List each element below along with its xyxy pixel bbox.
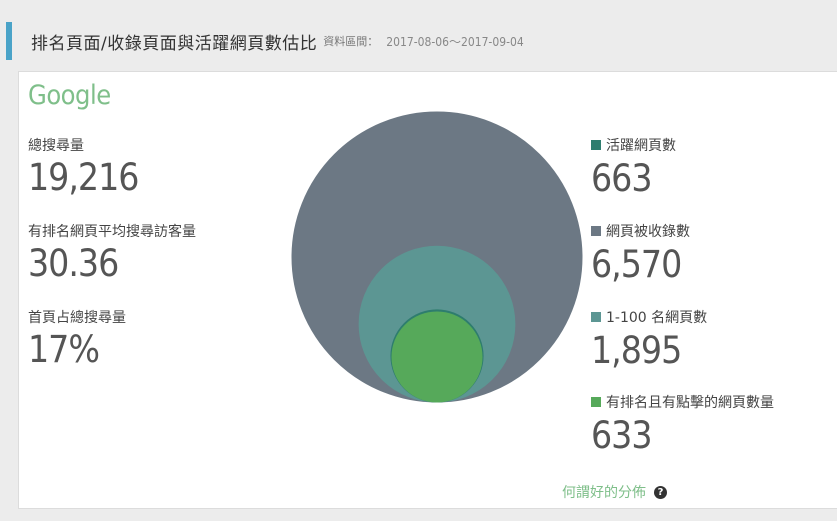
section-title: 排名頁面/收錄頁面與活躍網頁數估比 <box>31 33 318 54</box>
legend-item-top100-pages: 1-100 名網頁數 1,895 <box>591 307 707 369</box>
legend-label: 網頁被收錄數 <box>606 224 690 240</box>
stat-value: 17% <box>28 328 100 371</box>
legend-value: 1,895 <box>591 329 682 372</box>
good-distribution-link[interactable]: 何謂好的分佈 <box>562 482 646 502</box>
legend-item-indexed-pages: 網頁被收錄數 6,570 <box>591 221 690 283</box>
legend-value: 633 <box>591 414 653 457</box>
stats-panel: Google 總搜尋量 19,216 有排名網頁平均搜尋訪客量 30.36 首頁… <box>18 71 837 509</box>
stat-avg-visitors: 有排名網頁平均搜尋訪客量 30.36 <box>28 221 196 282</box>
distribution-help: 何謂好的分佈 ? <box>562 482 667 502</box>
date-range-value: 2017-08-06～2017-09-04 <box>386 34 524 49</box>
legend-label: 1-100 名網頁數 <box>606 310 708 326</box>
legend-value: 6,570 <box>591 243 682 286</box>
section-header: 排名頁面/收錄頁面與活躍網頁數估比 資料區間： 2017-08-06～2017-… <box>6 22 837 60</box>
legend-item-ranked-clicked-pages: 有排名且有點擊的網頁數量 633 <box>591 392 774 454</box>
legend-item-active-pages: 活躍網頁數 663 <box>591 135 676 197</box>
header-accent-bar <box>6 22 12 60</box>
question-icon[interactable]: ? <box>654 485 667 499</box>
stat-total-searches: 總搜尋量 19,216 <box>28 135 139 199</box>
legend-label: 活躍網頁數 <box>606 138 676 154</box>
legend-swatch <box>591 140 601 150</box>
stat-homepage-share: 首頁占總搜尋量 17% <box>28 307 126 368</box>
search-engine-name: Google <box>28 80 111 111</box>
stat-label: 首頁占總搜尋量 <box>28 310 126 326</box>
stat-label: 有排名網頁平均搜尋訪客量 <box>28 224 196 240</box>
stat-label: 總搜尋量 <box>28 138 84 154</box>
circle-series-3 <box>391 311 483 403</box>
legend-value: 663 <box>591 157 653 200</box>
legend-swatch <box>591 226 601 236</box>
legend-label: 有排名且有點擊的網頁數量 <box>606 395 774 411</box>
stat-value: 30.36 <box>28 242 119 285</box>
legend-swatch <box>591 397 601 407</box>
stat-value: 19,216 <box>28 156 139 199</box>
legend-swatch <box>591 312 601 322</box>
nested-circle-chart <box>291 111 583 403</box>
date-range-label: 資料區間： <box>323 35 379 48</box>
